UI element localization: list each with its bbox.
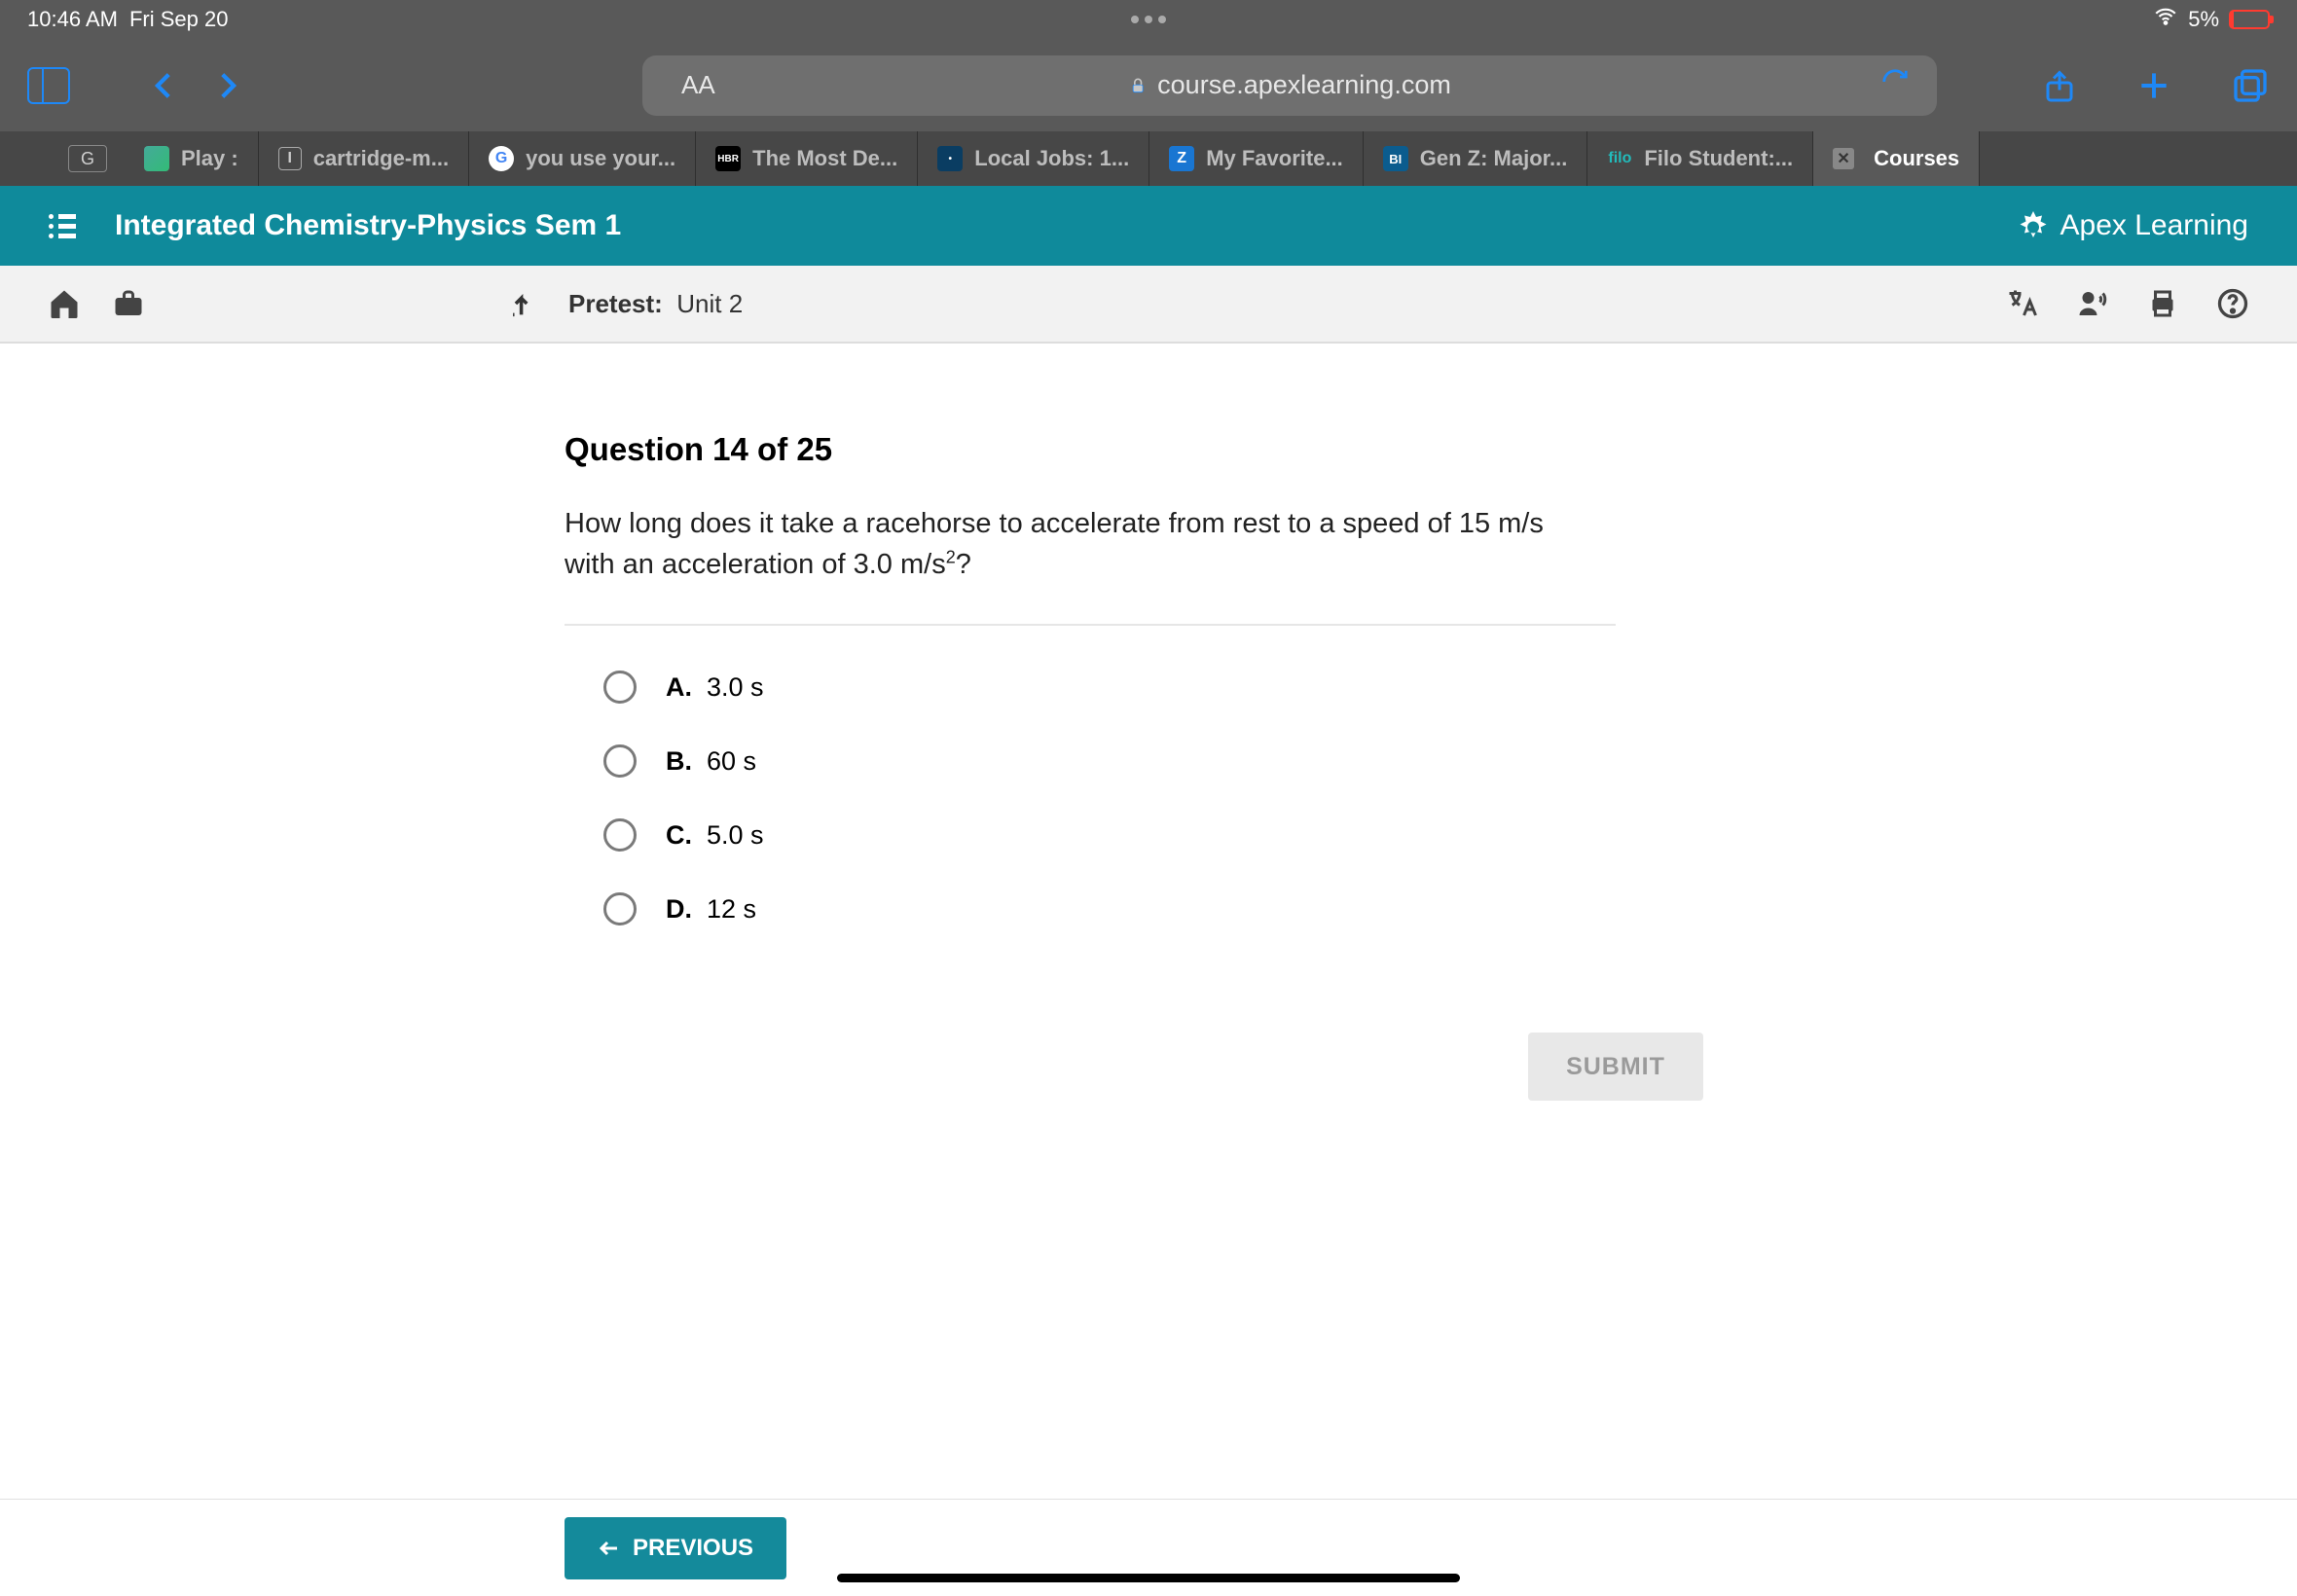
- tab-cartridge[interactable]: Icartridge-m...: [259, 131, 469, 186]
- wifi-icon: [2153, 4, 2178, 35]
- tab-local-jobs[interactable]: •Local Jobs: 1...: [918, 131, 1149, 186]
- status-time: 10:46 AM: [27, 7, 118, 32]
- battery-icon: [2229, 10, 2270, 29]
- tab-most-de[interactable]: HBRThe Most De...: [696, 131, 918, 186]
- back-button[interactable]: [148, 63, 181, 108]
- new-tab-button[interactable]: [2135, 67, 2172, 104]
- home-indicator[interactable]: [837, 1574, 1460, 1582]
- lock-icon: [1128, 74, 1148, 97]
- ipad-status-bar: 10:46 AM Fri Sep 20 5%: [0, 0, 2297, 39]
- multitasking-dots[interactable]: [1131, 16, 1166, 23]
- tab-strip: G Play : Icartridge-m... Gyou use your..…: [0, 131, 2297, 186]
- previous-button[interactable]: PREVIOUS: [565, 1517, 786, 1579]
- battery-percent: 5%: [2188, 7, 2219, 32]
- tabs-button[interactable]: [2231, 66, 2270, 105]
- question-text: How long does it take a racehorse to acc…: [565, 503, 1596, 585]
- home-button[interactable]: [47, 286, 82, 321]
- forward-button: [210, 63, 243, 108]
- option-a[interactable]: A. 3.0 s: [603, 671, 2297, 704]
- text-size-button[interactable]: AA: [681, 70, 715, 100]
- apex-logo[interactable]: Apex Learning: [2016, 208, 2248, 243]
- briefcase-button[interactable]: [111, 286, 146, 321]
- help-button[interactable]: [2215, 286, 2250, 321]
- radio-c[interactable]: [603, 818, 637, 852]
- url-text: course.apexlearning.com: [1157, 70, 1451, 100]
- status-date: Fri Sep 20: [129, 7, 229, 32]
- submit-button[interactable]: SUBMIT: [1528, 1033, 1703, 1101]
- print-button[interactable]: [2145, 286, 2180, 321]
- arrow-left-icon: [598, 1537, 621, 1560]
- answer-options: A. 3.0 s B. 60 s C. 5.0 s D. 12 s: [565, 671, 2297, 925]
- course-title: Integrated Chemistry-Physics Sem 1: [115, 209, 621, 242]
- question-counter: Question 14 of 25: [565, 431, 2297, 468]
- radio-a[interactable]: [603, 671, 637, 704]
- option-b[interactable]: B. 60 s: [603, 744, 2297, 778]
- close-tab-icon[interactable]: ✕: [1833, 148, 1854, 169]
- question-area: Question 14 of 25 How long does it take …: [0, 344, 2297, 1101]
- reload-button[interactable]: [1880, 67, 1910, 103]
- option-d[interactable]: D. 12 s: [603, 892, 2297, 925]
- bottom-bar: PREVIOUS: [0, 1499, 2297, 1596]
- radio-d[interactable]: [603, 892, 637, 925]
- sidebar-toggle-button[interactable]: [27, 67, 70, 104]
- breadcrumb: Pretest: Unit 2: [568, 289, 743, 319]
- url-bar[interactable]: AA course.apexlearning.com: [642, 55, 1937, 116]
- tab-group-indicator[interactable]: G: [68, 145, 107, 172]
- apex-header: Integrated Chemistry-Physics Sem 1 Apex …: [0, 186, 2297, 266]
- tab-courses[interactable]: ✕Courses: [1813, 131, 1980, 186]
- tab-genz[interactable]: BIGen Z: Major...: [1364, 131, 1588, 186]
- apex-logo-icon: [2016, 208, 2051, 243]
- menu-button[interactable]: [49, 214, 76, 238]
- radio-b[interactable]: [603, 744, 637, 778]
- safari-toolbar: AA course.apexlearning.com: [0, 39, 2297, 131]
- sub-toolbar: Pretest: Unit 2: [0, 266, 2297, 344]
- share-button[interactable]: [2042, 64, 2077, 107]
- tab-play[interactable]: Play :: [125, 131, 259, 186]
- tab-filo[interactable]: filoFilo Student:...: [1587, 131, 1813, 186]
- up-level-button[interactable]: [506, 287, 539, 320]
- read-aloud-button[interactable]: [2075, 286, 2110, 321]
- translate-button[interactable]: [2005, 286, 2040, 321]
- tab-you-use[interactable]: Gyou use your...: [469, 131, 696, 186]
- divider: [565, 624, 1616, 626]
- tab-favorite[interactable]: ZMy Favorite...: [1149, 131, 1364, 186]
- option-c[interactable]: C. 5.0 s: [603, 818, 2297, 852]
